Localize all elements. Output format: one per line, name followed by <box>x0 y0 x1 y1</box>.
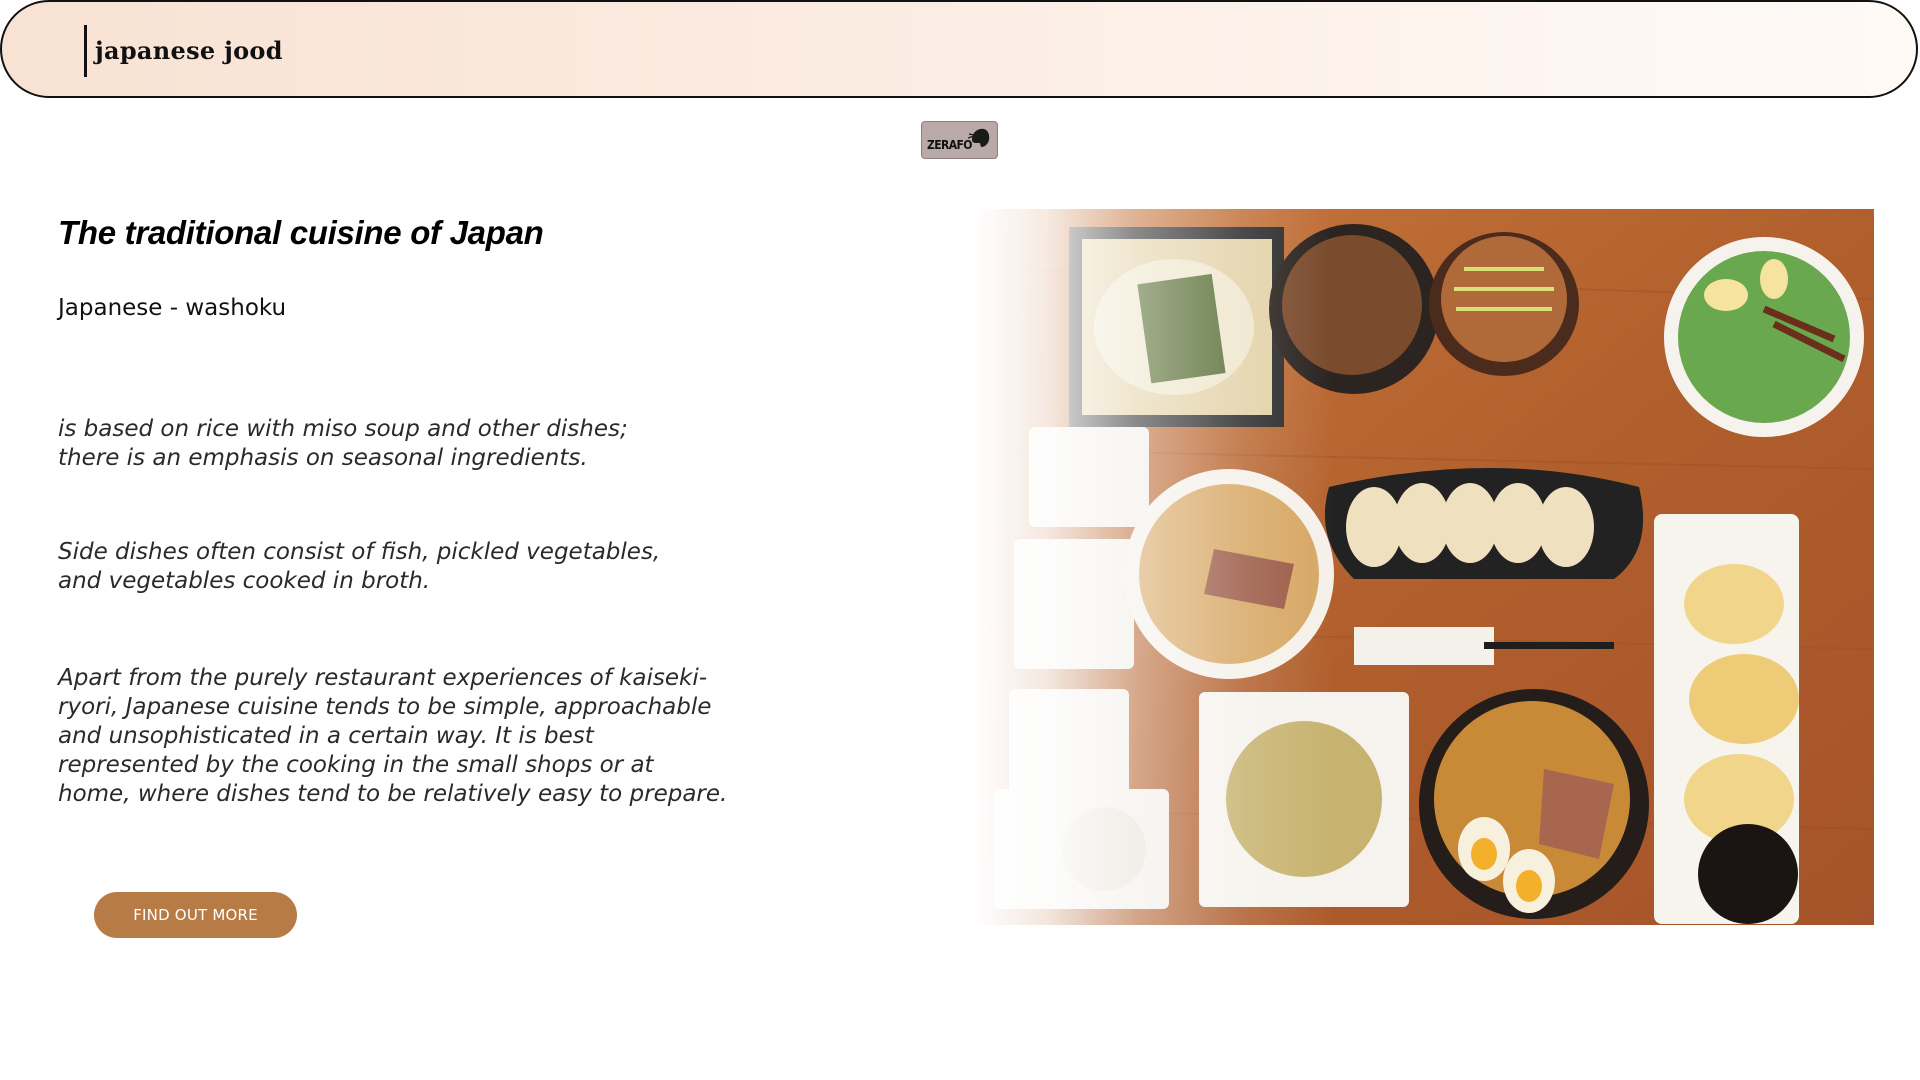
logo-badge: ZERAFO <box>921 121 998 159</box>
brand-logo-text[interactable]: japanese jood <box>95 36 283 65</box>
brand-divider <box>84 25 87 77</box>
find-out-more-button[interactable]: FIND OUT MORE <box>94 892 297 938</box>
page-subtitle: Japanese - washoku <box>58 295 287 321</box>
logo-badge-text: ZERAFO <box>927 138 972 152</box>
page-title: The traditional cuisine of Japan <box>58 214 544 251</box>
page: japanese jood ZERAFO The traditional cui… <box>0 0 1920 1080</box>
food-illustration <box>974 209 1874 925</box>
japanese-food-image <box>974 209 1874 925</box>
side-dishes-paragraph: Side dishes often consist of fish, pickl… <box>58 539 661 594</box>
cuisine-description-paragraph: Apart from the purely restaurant experie… <box>58 665 728 807</box>
site-header: japanese jood <box>0 0 1918 98</box>
helmet-icon <box>968 128 990 147</box>
intro-paragraph: is based on rice with miso soup and othe… <box>58 416 628 471</box>
